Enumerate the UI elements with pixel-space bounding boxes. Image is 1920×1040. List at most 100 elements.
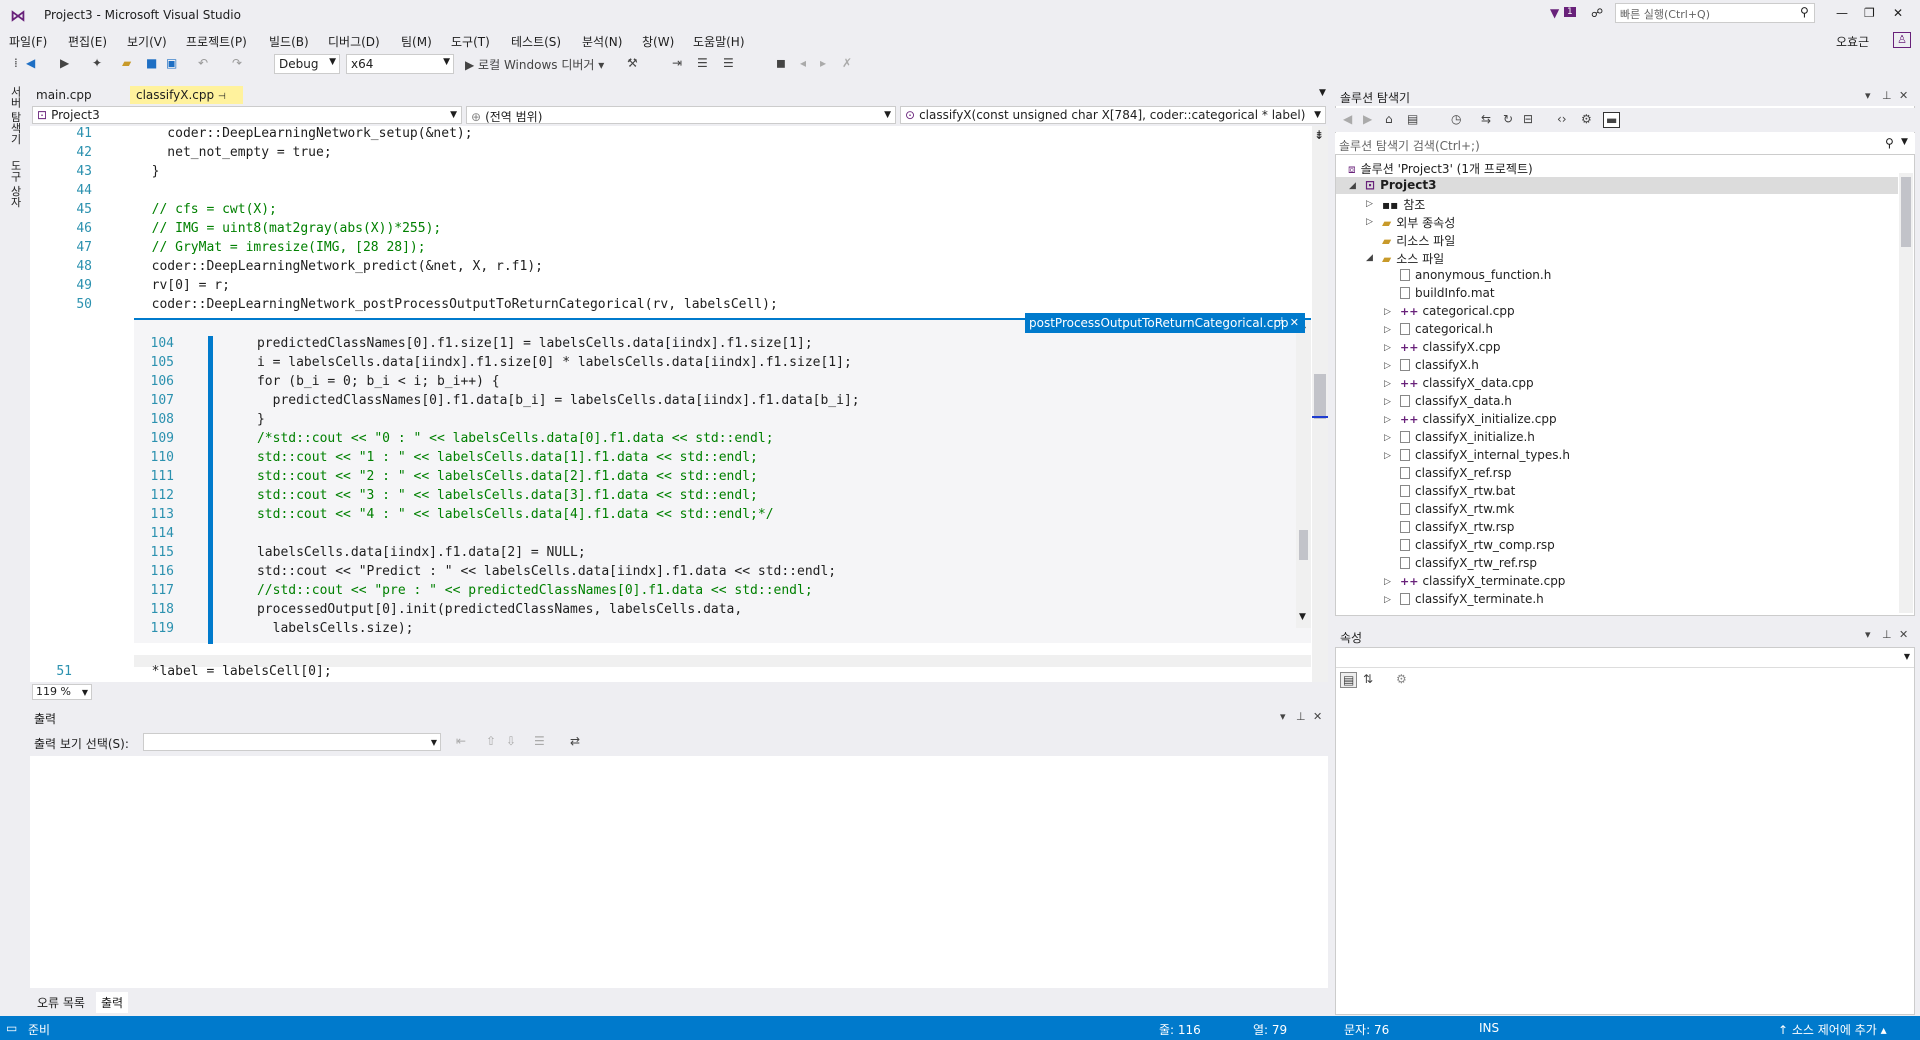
pin-icon[interactable]: ⊥ xyxy=(1882,89,1892,102)
project-combo[interactable]: ⊡ Project3 ▼ xyxy=(32,106,462,124)
collapsed-icon[interactable]: ▷ xyxy=(1384,577,1391,587)
collapsed-icon[interactable]: ▷ xyxy=(1384,325,1391,335)
scroll-down-icon[interactable]: ▼ xyxy=(1299,612,1306,622)
switch-views-icon[interactable]: ▤ xyxy=(1407,112,1418,126)
scrollbar-thumb[interactable] xyxy=(1314,374,1326,419)
config-select[interactable]: Debug ▼ xyxy=(274,54,340,74)
tree-file[interactable]: ++ classifyX_initialize.cpp xyxy=(1400,412,1557,426)
menu-debug[interactable]: 디버그(D) xyxy=(328,33,380,50)
tree-solution[interactable]: ⧈ 솔루션 'Project3' (1개 프로젝트) xyxy=(1348,160,1533,177)
user-avatar-icon[interactable]: ♙ xyxy=(1893,32,1911,48)
prev-message-icon[interactable]: ⇧ xyxy=(486,734,496,748)
close-icon[interactable]: ✕ xyxy=(1899,628,1908,641)
find-message-icon[interactable]: ⇤ xyxy=(456,734,466,748)
close-button[interactable]: ✕ xyxy=(1893,6,1903,20)
add-to-source-control[interactable]: ↑ 소스 제어에 추가 ▴ xyxy=(1778,1021,1887,1038)
undo-icon[interactable]: ↶ xyxy=(198,56,208,70)
zoom-combo[interactable]: 119 % ▼ xyxy=(32,684,92,700)
panel-menu-icon[interactable]: ▾ xyxy=(1280,710,1286,723)
menu-help[interactable]: 도움말(H) xyxy=(693,33,745,50)
tab-error-list[interactable]: 오류 목록 xyxy=(32,992,90,1013)
alphabetical-icon[interactable]: ⇅ xyxy=(1363,672,1373,686)
forward-icon[interactable]: ▶ xyxy=(1363,112,1372,126)
properties-icon[interactable]: ⚙ xyxy=(1581,112,1592,126)
close-peek-icon[interactable]: ✕ xyxy=(1290,316,1299,329)
menu-build[interactable]: 빌드(B) xyxy=(269,33,309,50)
close-icon[interactable]: ✕ xyxy=(1899,89,1908,102)
tree-folder-external[interactable]: ▰ 외부 종속성 xyxy=(1382,214,1455,231)
collapsed-icon[interactable]: ▷ xyxy=(1384,307,1391,317)
notification-flag-icon[interactable]: ▼ xyxy=(1550,6,1559,20)
save-all-icon[interactable]: ▣ xyxy=(166,56,177,70)
function-combo[interactable]: ⊙ classifyX(const unsigned char X[784], c… xyxy=(900,106,1326,124)
prev-bookmark-icon[interactable]: ◂ xyxy=(800,56,806,70)
se-scroll-thumb[interactable] xyxy=(1901,177,1911,247)
collapsed-icon[interactable]: ▷ xyxy=(1384,415,1391,425)
property-pages-icon[interactable]: ⚙ xyxy=(1396,672,1407,686)
maximize-button[interactable]: ❐ xyxy=(1864,6,1875,20)
bookmark-icon[interactable]: ◼ xyxy=(776,56,786,70)
scope-combo[interactable]: ⊕ (전역 범위) ▼ xyxy=(466,106,896,124)
output-source-select[interactable]: ▼ xyxy=(143,733,441,751)
categorized-icon[interactable]: ▤ xyxy=(1340,672,1358,688)
tree-file[interactable]: classifyX_initialize.h xyxy=(1400,430,1535,444)
tree-file[interactable]: classifyX_rtw.bat xyxy=(1400,484,1515,498)
menu-file[interactable]: 파일(F) xyxy=(9,33,47,50)
menu-analyze[interactable]: 분석(N) xyxy=(582,33,622,50)
new-project-icon[interactable]: ✦ xyxy=(92,56,102,70)
home-icon[interactable]: ⌂ xyxy=(1385,112,1393,126)
pin-icon[interactable]: ⊥ xyxy=(1296,710,1306,723)
menu-window[interactable]: 창(W) xyxy=(642,33,674,50)
sync-icon[interactable]: ⇆ xyxy=(1481,112,1491,126)
panel-menu-icon[interactable]: ▾ xyxy=(1865,628,1871,641)
collapsed-icon[interactable]: ▷ xyxy=(1366,199,1373,209)
server-explorer-tab[interactable]: 서버 탐색기 xyxy=(7,86,23,145)
feedback-icon[interactable]: ☍ xyxy=(1591,6,1603,20)
menu-team[interactable]: 팀(M) xyxy=(401,33,432,50)
platform-select[interactable]: x64 ▼ xyxy=(346,54,454,74)
peek-scroll-thumb[interactable] xyxy=(1299,530,1308,560)
tree-file[interactable]: classifyX_rtw_comp.rsp xyxy=(1400,538,1555,552)
collapsed-icon[interactable]: ▷ xyxy=(1384,433,1391,443)
collapsed-icon[interactable]: ▷ xyxy=(1384,451,1391,461)
pending-changes-icon[interactable]: ◷ xyxy=(1451,112,1461,126)
redo-icon[interactable]: ↷ xyxy=(232,56,242,70)
expanded-icon[interactable]: ◢ xyxy=(1349,181,1356,191)
quick-launch-input[interactable]: 빠른 실행(Ctrl+Q) xyxy=(1615,3,1815,23)
clear-all-icon[interactable]: ☰ xyxy=(534,734,545,748)
minimize-button[interactable]: — xyxy=(1836,6,1848,20)
menu-test[interactable]: 테스트(S) xyxy=(511,33,561,50)
split-editor-icon[interactable]: ⇟ xyxy=(1314,128,1324,142)
menu-project[interactable]: 프로젝트(P) xyxy=(186,33,247,50)
solution-explorer-search[interactable]: 솔루션 탐색기 검색(Ctrl+;) ⚲ ▼ xyxy=(1335,133,1915,155)
tab-overflow-icon[interactable]: ▼ xyxy=(1313,86,1332,104)
tab-classifyx-cpp[interactable]: classifyX.cpp ⊣ ✕ xyxy=(130,86,243,116)
preview-selected-icon[interactable]: ▬ xyxy=(1603,112,1621,128)
next-message-icon[interactable]: ⇩ xyxy=(506,734,516,748)
expanded-icon[interactable]: ◢ xyxy=(1366,253,1373,263)
collapsed-icon[interactable]: ▷ xyxy=(1384,343,1391,353)
collapsed-icon[interactable]: ▷ xyxy=(1366,217,1373,227)
next-bookmark-icon[interactable]: ▸ xyxy=(820,56,826,70)
peek-title-tab[interactable]: postProcessOutputToReturnCategorical.cpp… xyxy=(1025,313,1305,333)
tab-output[interactable]: 출력 xyxy=(96,992,129,1013)
back-icon[interactable]: ◀ xyxy=(1343,112,1352,126)
menu-edit[interactable]: 편집(E) xyxy=(68,33,107,50)
step-icon[interactable]: ⇥ xyxy=(672,56,682,70)
start-debugger-button[interactable]: ▶ 로컬 Windows 디버거 ▾ xyxy=(465,56,604,73)
tree-file[interactable]: buildInfo.mat xyxy=(1400,286,1495,300)
clear-bookmark-icon[interactable]: ✗ xyxy=(842,56,852,70)
properties-object-select[interactable]: ▼ xyxy=(1336,648,1914,668)
tree-folder-source[interactable]: ▰ 소스 파일 xyxy=(1382,250,1444,267)
tree-file[interactable]: classifyX_rtw.mk xyxy=(1400,502,1514,516)
peek-scrollbar[interactable]: ▲ ▼ xyxy=(1296,320,1311,628)
collapsed-icon[interactable]: ▷ xyxy=(1384,397,1391,407)
tree-file[interactable]: classifyX_terminate.h xyxy=(1400,592,1544,606)
panel-menu-icon[interactable]: ▾ xyxy=(1865,89,1871,102)
menu-tools[interactable]: 도구(T) xyxy=(451,33,490,50)
tree-file[interactable]: classifyX_ref.rsp xyxy=(1400,466,1511,480)
collapsed-icon[interactable]: ▷ xyxy=(1384,595,1391,605)
toolbox-tab[interactable]: 도구 상자 xyxy=(7,160,23,208)
close-icon[interactable]: ✕ xyxy=(1313,710,1322,723)
tree-project[interactable]: ⊡ Project3 xyxy=(1365,178,1436,192)
